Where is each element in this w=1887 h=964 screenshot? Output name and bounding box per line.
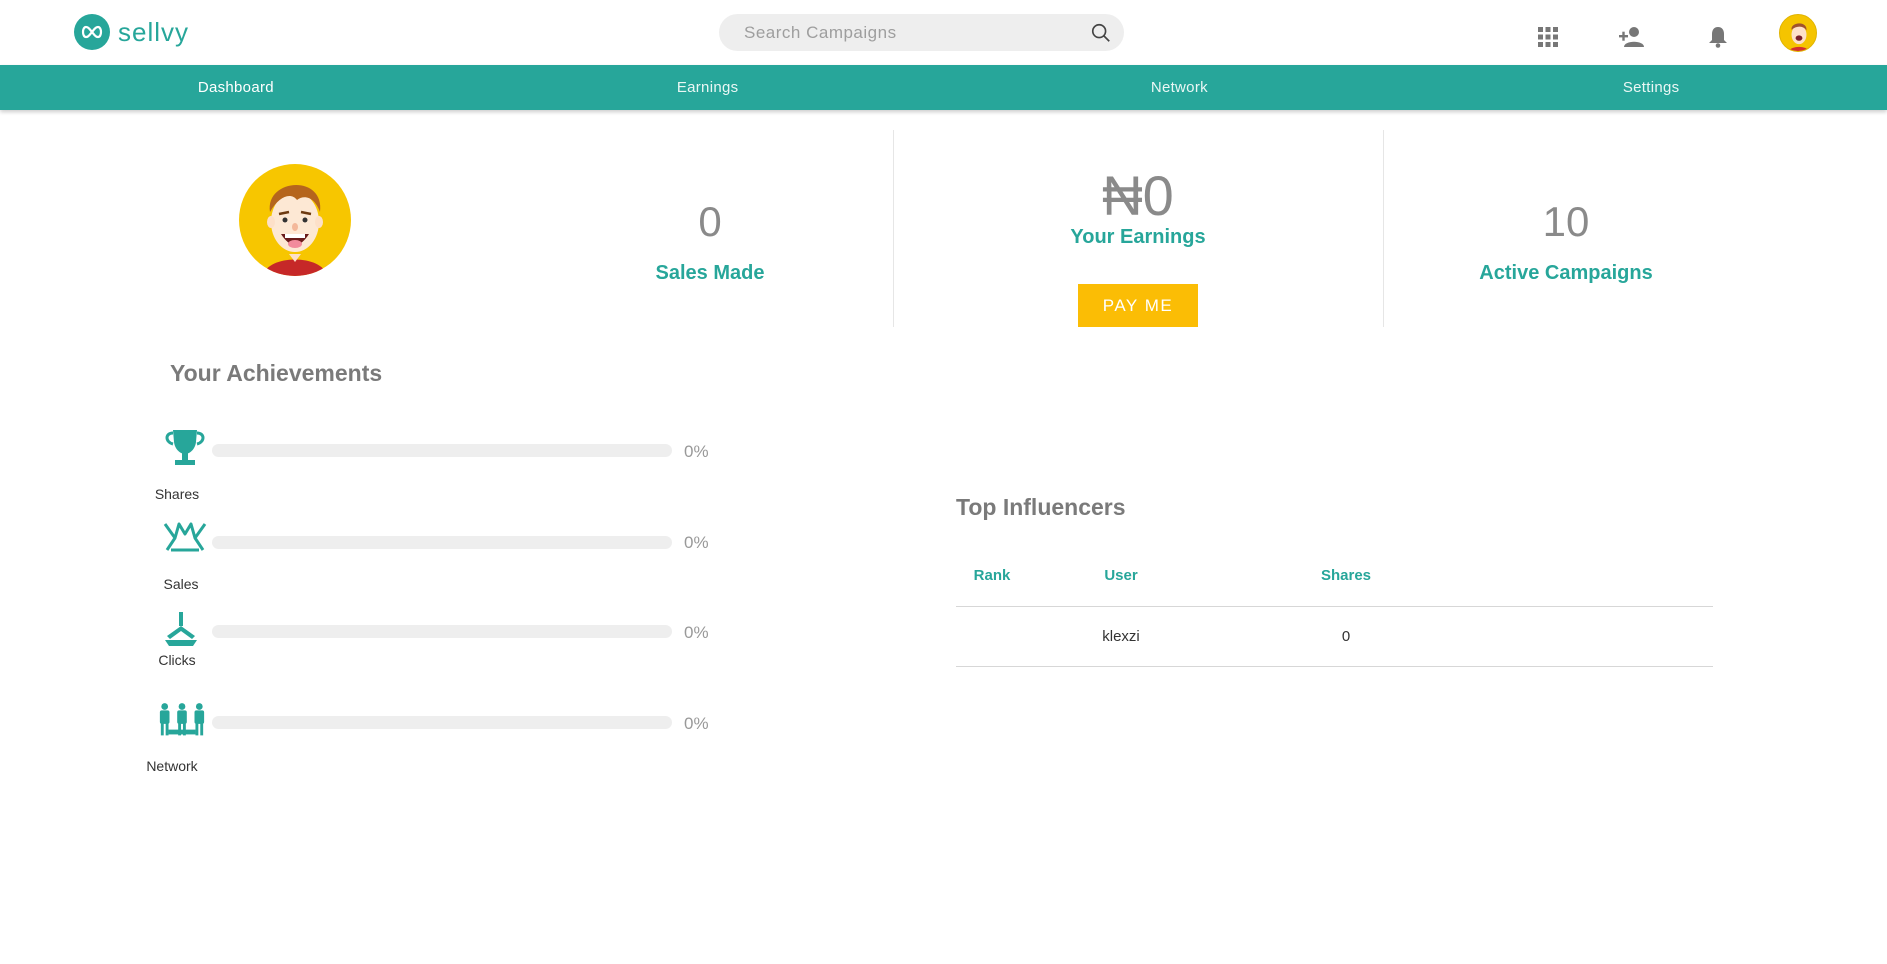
achievement-progress-bar	[212, 536, 672, 549]
tab-settings[interactable]: Settings	[1415, 65, 1887, 110]
achievement-progress-bar	[212, 444, 672, 457]
bell-icon[interactable]	[1705, 24, 1731, 50]
achievements-title: Your Achievements	[170, 360, 383, 386]
achievement-percent: 0%	[684, 442, 709, 461]
sales-made-label: Sales Made	[655, 262, 765, 284]
earnings-amount: 0	[1142, 164, 1174, 227]
logo-mark-icon	[74, 14, 110, 50]
active-campaigns-value: 10	[1542, 198, 1590, 245]
tab-network[interactable]: Network	[944, 65, 1416, 110]
achievement-row: Shares 0%	[140, 428, 720, 518]
sales-icon	[160, 520, 210, 560]
column-header-user[interactable]: User	[1016, 546, 1226, 607]
earnings-label: Your Earnings	[1070, 226, 1206, 248]
cell-rank	[956, 606, 1016, 667]
table-header-row: Rank User Shares	[956, 546, 1713, 607]
achievement-label: Shares	[154, 486, 200, 502]
sales-made-stat: 0 Sales Made	[620, 198, 800, 285]
column-header-shares[interactable]: Shares	[1226, 546, 1466, 607]
cell-user: klexzi	[1016, 606, 1226, 667]
achievement-label: Sales	[163, 576, 199, 592]
tab-dashboard[interactable]: Dashboard	[0, 65, 472, 110]
column-header-spacer	[1466, 546, 1713, 607]
trophy-icon	[160, 430, 210, 470]
achievement-progress-bar	[212, 716, 672, 729]
earnings-value: ₦0	[1038, 166, 1238, 226]
achievement-percent: 0%	[684, 623, 709, 642]
divider	[1383, 130, 1384, 327]
column-header-rank[interactable]: Rank	[956, 546, 1016, 607]
search-bar	[719, 14, 1124, 51]
brand-logo[interactable]: sellvy	[74, 14, 189, 50]
achievement-percent: 0%	[684, 714, 709, 733]
table-row[interactable]: klexzi 0	[956, 606, 1713, 667]
search-input[interactable]	[719, 14, 1059, 51]
cell-spacer	[1466, 606, 1713, 667]
top-header: sellvy	[0, 0, 1887, 65]
profile-avatar	[239, 164, 351, 276]
active-campaigns-stat: 10 Active Campaigns	[1466, 198, 1666, 285]
active-campaigns-label: Active Campaigns	[1479, 262, 1653, 284]
achievement-progress-bar	[212, 625, 672, 638]
sales-made-value: 0	[698, 198, 722, 245]
user-avatar[interactable]	[1779, 14, 1817, 52]
main-nav: Dashboard Earnings Network Settings	[0, 65, 1887, 110]
achievement-percent: 0%	[684, 533, 709, 552]
apps-grid-icon[interactable]	[1535, 24, 1561, 50]
add-user-icon[interactable]	[1619, 24, 1645, 50]
search-icon[interactable]	[1090, 22, 1112, 44]
achievement-row: Sales 0%	[140, 518, 720, 608]
clicks-icon	[156, 612, 206, 652]
pay-me-button[interactable]: PAY ME	[1078, 284, 1198, 327]
divider	[893, 130, 894, 327]
currency-symbol: ₦	[1102, 164, 1143, 227]
achievement-label: Network	[146, 758, 198, 774]
brand-name: sellvy	[118, 16, 190, 47]
achievement-label: Clicks	[158, 652, 196, 668]
earnings-stat: ₦0 Your Earnings	[1038, 166, 1238, 249]
top-influencers-title: Top Influencers	[956, 494, 1126, 520]
achievement-row: Network 0%	[140, 700, 720, 790]
cell-shares: 0	[1226, 606, 1466, 667]
tab-earnings[interactable]: Earnings	[472, 65, 944, 110]
influencers-table: Rank User Shares klexzi 0	[956, 546, 1713, 667]
achievement-row: Clicks 0%	[140, 608, 720, 698]
network-icon	[157, 702, 207, 742]
